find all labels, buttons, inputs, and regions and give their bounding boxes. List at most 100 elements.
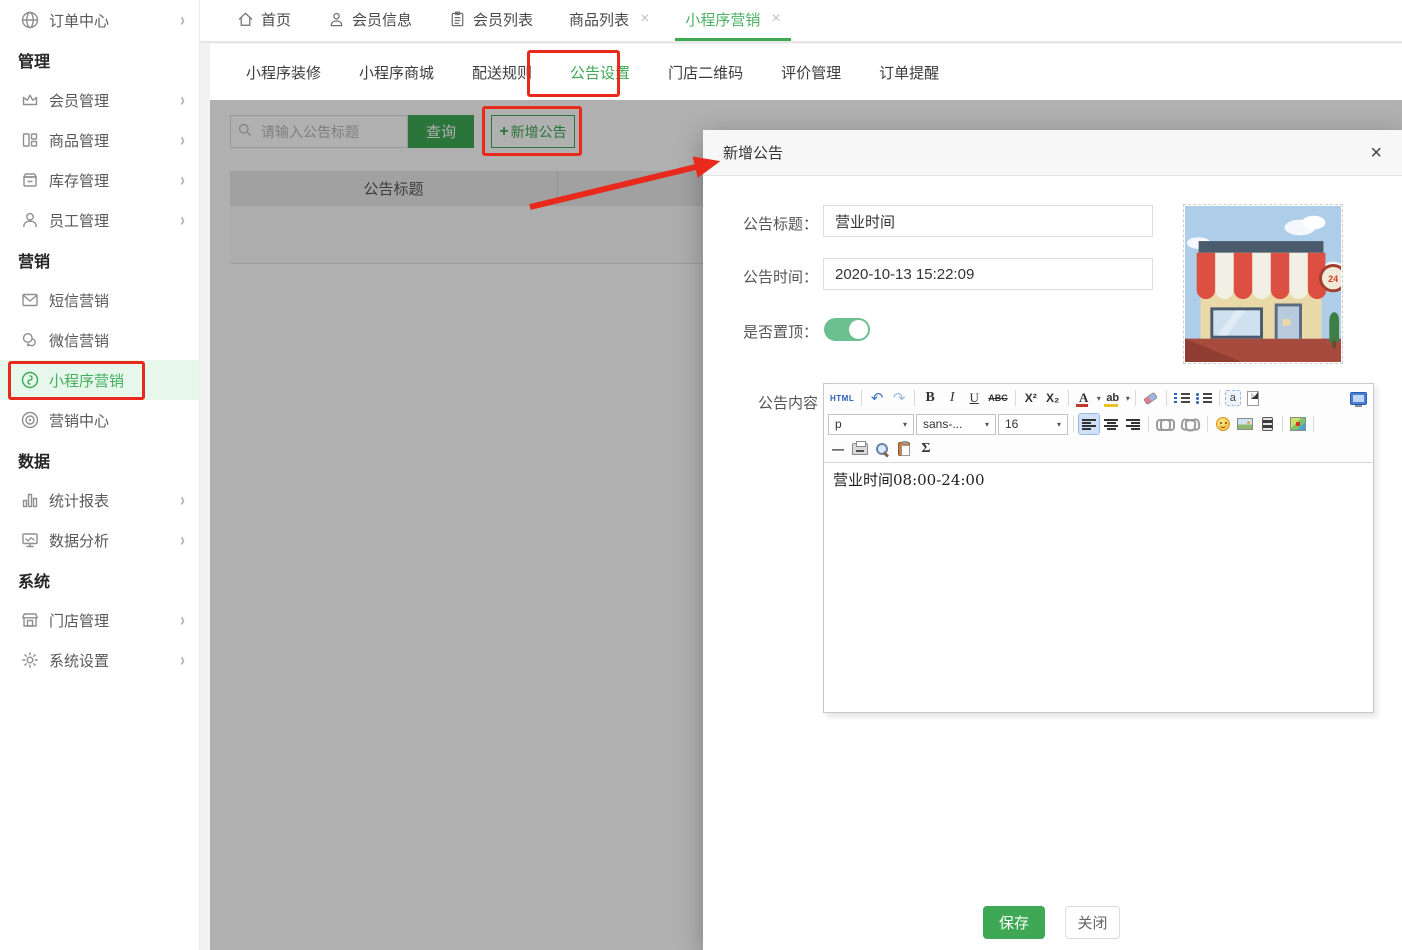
subtab-announcement-settings[interactable]: 公告设置 (568, 58, 632, 87)
tab-miniprogram-marketing[interactable]: 小程序营销 × (675, 0, 790, 41)
align-left-button[interactable] (1079, 414, 1099, 434)
goods-icon (20, 130, 40, 150)
chevron-down-icon[interactable]: ▾ (1126, 394, 1130, 403)
align-right-icon (1126, 418, 1140, 430)
italic-button[interactable]: I (942, 388, 962, 408)
save-button[interactable]: 保存 (983, 906, 1045, 939)
miniprogram-icon (20, 370, 40, 390)
fullscreen-button[interactable] (1348, 388, 1369, 408)
announcement-title-field[interactable] (823, 205, 1153, 237)
sidebar-item-member-mgmt[interactable]: 会员管理 › (0, 80, 199, 120)
sidebar-section-title: 数据 (0, 440, 199, 480)
sidebar-item-marketing-center[interactable]: 营销中心 (0, 400, 199, 440)
ordered-list-icon (1174, 392, 1190, 404)
insert-video-button[interactable] (1257, 414, 1277, 434)
superscript-button[interactable]: X² (1021, 388, 1041, 408)
modal-header: 新增公告 × (703, 130, 1402, 176)
sidebar-item-data-analysis[interactable]: 数据分析 › (0, 520, 199, 560)
font-color-button[interactable]: A (1074, 388, 1094, 408)
unordered-list-button[interactable] (1194, 388, 1214, 408)
top-tab-bar: 首页 会员信息 会员列表 商品列表 × 小程序营销 × (200, 0, 1402, 43)
ordered-list-button[interactable] (1172, 388, 1192, 408)
subscript-button[interactable]: X₂ (1043, 388, 1063, 408)
align-left-icon (1082, 418, 1096, 430)
align-right-button[interactable] (1123, 414, 1143, 434)
tab-member-info[interactable]: 会员信息 (317, 0, 422, 41)
chevron-right-icon: › (180, 649, 185, 670)
close-icon[interactable]: × (1370, 143, 1382, 163)
announcement-time-field[interactable] (823, 258, 1153, 290)
eraser-icon (1143, 391, 1158, 404)
undo-icon[interactable]: ↶ (867, 388, 887, 408)
sidebar-item-wechat-marketing[interactable]: 微信营销 (0, 320, 199, 360)
sidebar-item-label: 订单中心 (49, 10, 109, 31)
subtab-delivery-rules[interactable]: 配送规则 (470, 58, 534, 87)
image-manager-button[interactable] (1288, 414, 1308, 434)
subtab-review-mgmt[interactable]: 评价管理 (779, 58, 843, 87)
tab-member-list[interactable]: 会员列表 (438, 0, 543, 41)
sidebar-item-sms-marketing[interactable]: 短信营销 (0, 280, 199, 320)
bold-button[interactable]: B (920, 388, 940, 408)
target-icon (20, 410, 40, 430)
subtab-miniprogram-mall[interactable]: 小程序商城 (357, 58, 436, 87)
subtab-store-qrcode[interactable]: 门店二维码 (666, 58, 745, 87)
source-html-button[interactable]: HTML (828, 388, 856, 408)
chevron-right-icon: › (180, 89, 185, 110)
preview-button[interactable] (872, 439, 892, 459)
emoticon-button[interactable] (1213, 414, 1233, 434)
align-center-button[interactable] (1101, 414, 1121, 434)
sidebar-item-statistics-report[interactable]: 统计报表 › (0, 480, 199, 520)
insert-image-button[interactable] (1235, 414, 1255, 434)
chevron-right-icon: › (180, 609, 185, 630)
close-icon[interactable]: × (771, 10, 780, 28)
chevron-right-icon: › (180, 529, 185, 550)
close-button[interactable]: 关闭 (1065, 906, 1120, 939)
monitor-chart-icon (20, 530, 40, 550)
subtab-miniprogram-decorate[interactable]: 小程序装修 (244, 58, 323, 87)
tab-label: 首页 (261, 9, 291, 30)
sidebar-item-staff-mgmt[interactable]: 员工管理 › (0, 200, 199, 240)
chevron-down-icon[interactable]: ▾ (1097, 394, 1101, 403)
tab-label: 小程序营销 (685, 9, 760, 30)
underline-button[interactable]: U (964, 388, 984, 408)
tab-label: 会员列表 (473, 9, 533, 30)
sidebar-section-title: 系统 (0, 560, 199, 600)
add-announcement-modal: 新增公告 × 公告标题： 公告时间： 是否置顶： (703, 130, 1402, 950)
sidebar-item-label: 系统设置 (49, 650, 109, 671)
sidebar-item-inventory-mgmt[interactable]: 库存管理 › (0, 160, 199, 200)
horizontal-rule-button[interactable]: — (828, 439, 848, 459)
font-family-select[interactable]: sans-...▾ (916, 414, 996, 435)
editor-content[interactable]: 营业时间08:00-24:00 (824, 463, 1373, 712)
chevron-right-icon: › (180, 489, 185, 510)
tab-goods-list[interactable]: 商品列表 × (559, 0, 659, 41)
chevron-right-icon: › (180, 169, 185, 190)
subtab-order-reminder[interactable]: 订单提醒 (877, 58, 941, 87)
sidebar-item-label: 员工管理 (49, 210, 109, 231)
chevron-right-icon: › (180, 129, 185, 150)
pin-top-toggle[interactable] (824, 318, 870, 341)
font-size-select[interactable]: 16▾ (998, 414, 1068, 435)
sidebar-item-goods-mgmt[interactable]: 商品管理 › (0, 120, 199, 160)
new-page-button[interactable] (1243, 388, 1263, 408)
tab-home[interactable]: 首页 (226, 0, 301, 41)
print-button[interactable] (850, 439, 870, 459)
sidebar-item-system-settings[interactable]: 系统设置 › (0, 640, 199, 680)
close-icon[interactable]: × (640, 10, 649, 28)
paste-button[interactable] (894, 439, 914, 459)
redo-icon[interactable]: ↷ (889, 388, 909, 408)
sidebar-item-label: 统计报表 (49, 490, 109, 511)
insert-link-button[interactable] (1154, 414, 1177, 434)
sidebar-item-label: 会员管理 (49, 90, 109, 111)
remove-link-button[interactable] (1179, 414, 1202, 434)
paragraph-format-select[interactable]: p▾ (828, 414, 914, 435)
strikethrough-button[interactable]: ABC (986, 388, 1010, 408)
announcement-time-label: 公告时间： (717, 266, 818, 287)
sidebar-item-miniprogram-marketing[interactable]: 小程序营销 (0, 360, 199, 400)
highlight-color-button[interactable]: ab (1103, 388, 1123, 408)
formula-button[interactable]: Σ (916, 439, 936, 459)
sidebar-item-order-center[interactable]: 订单中心 › (0, 0, 199, 40)
sidebar-item-store-mgmt[interactable]: 门店管理 › (0, 600, 199, 640)
remove-format-button[interactable] (1141, 388, 1161, 408)
anchor-button[interactable]: a (1225, 390, 1241, 406)
storefront-illustration[interactable]: 24 (1183, 204, 1343, 364)
